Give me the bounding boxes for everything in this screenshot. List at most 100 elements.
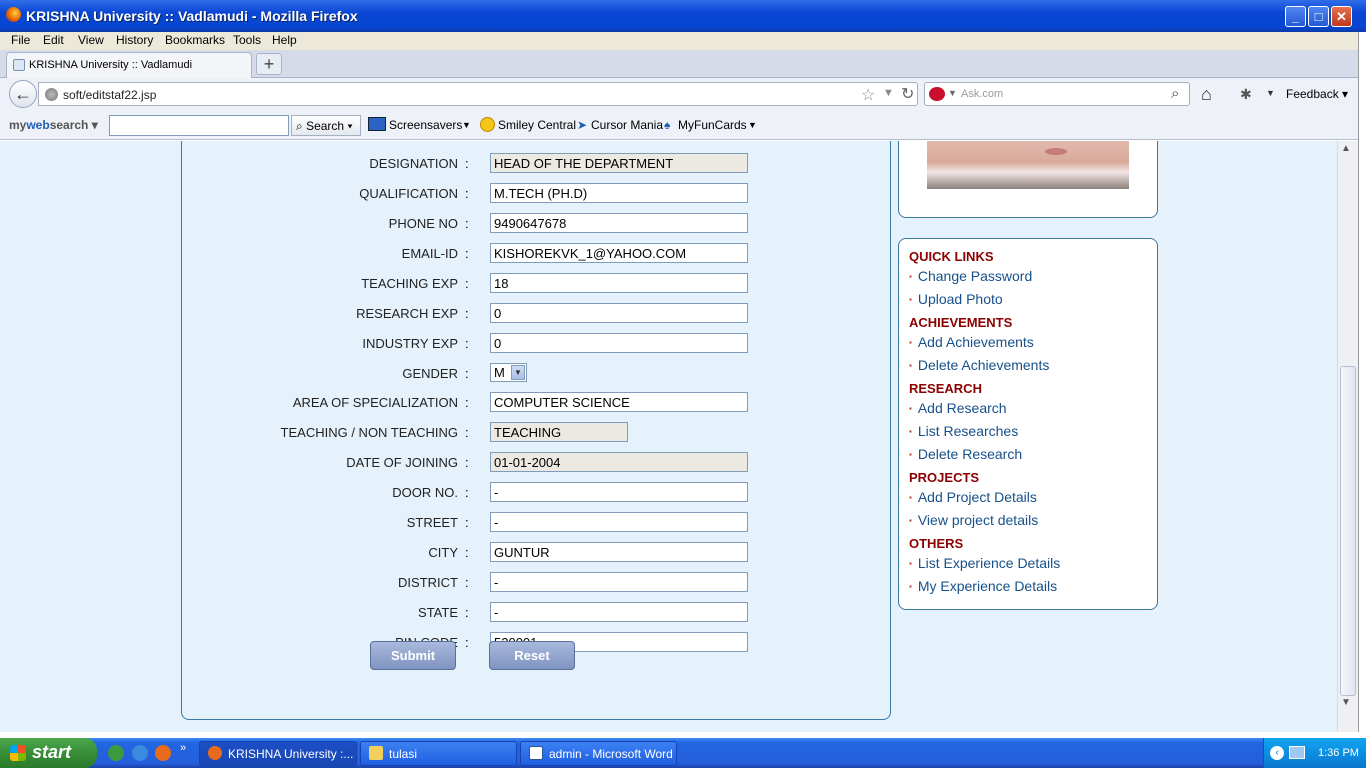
field-colon: : [465, 246, 469, 261]
scroll-down-icon[interactable]: ▼ [1341, 697, 1351, 708]
utorrent-icon[interactable] [108, 745, 124, 761]
sidebar-link[interactable]: ▪ Upload Photo [909, 291, 1003, 307]
field-input[interactable]: KISHOREKVK_1@YAHOO.COM [490, 243, 748, 263]
form-row: AREA OF SPECIALIZATION: COMPUTER SCIENCE [182, 392, 892, 412]
feedback-label: Feedback [1286, 87, 1339, 101]
staff-edit-form: DESIGNATION: HEAD OF THE DEPARTMENT QUALIF… [181, 141, 891, 720]
field-input[interactable]: - [490, 602, 748, 622]
toolbar-cursor-mania[interactable]: Cursor Mania [591, 118, 663, 132]
search-icon[interactable]: ⌕ [1171, 85, 1179, 102]
field-input[interactable]: 0 [490, 333, 748, 353]
sidebar-link[interactable]: ▪ Add Achievements [909, 334, 1034, 350]
reload-icon[interactable]: ↻ [901, 84, 914, 104]
new-tab-button[interactable]: + [256, 53, 282, 75]
minimize-button[interactable]: _ [1285, 6, 1306, 27]
form-row: QUALIFICATION: M.TECH (PH.D) [182, 183, 892, 203]
chevron-down-icon[interactable]: ▼ [511, 365, 525, 380]
field-label: CITY [428, 545, 458, 560]
sidebar-heading: ACHIEVEMENTS [909, 315, 1013, 330]
scroll-up-icon[interactable]: ▲ [1341, 143, 1351, 154]
gender-select[interactable]: M ▼ [490, 363, 527, 382]
field-input[interactable]: 01-01-2004 [490, 452, 748, 472]
tab-bar: KRISHNA University :: Vadlamudi + [0, 50, 1358, 78]
sidebar-link[interactable]: ▪ Add Research [909, 400, 1007, 416]
field-input[interactable]: TEACHING [490, 422, 628, 442]
url-bar[interactable]: soft/editstaf22.jsp ☆ ▼ ↻ [38, 82, 918, 106]
reset-button[interactable]: Reset [489, 641, 575, 670]
sidebar-link[interactable]: ▪ View project details [909, 512, 1038, 528]
field-input[interactable]: - [490, 572, 748, 592]
scrollbar-thumb[interactable] [1340, 366, 1356, 696]
sidebar-link-label: List Experience Details [917, 555, 1061, 571]
ask-search-box[interactable]: ▼ Ask.com ⌕ [924, 82, 1190, 106]
page-scrollbar[interactable]: ▲ ▼ [1337, 141, 1358, 732]
cursor-icon: ➤ [577, 118, 588, 132]
menu-view[interactable]: View [78, 33, 104, 47]
bullet-icon: ▪ [909, 338, 912, 347]
field-input[interactable]: 9490647678 [490, 213, 748, 233]
sidebar-link[interactable]: ▪ List Experience Details [909, 555, 1060, 571]
sidebar-link[interactable]: ▪ Add Project Details [909, 489, 1037, 505]
sidebar-link[interactable]: ▪ Change Password [909, 268, 1032, 284]
menu-bookmarks[interactable]: Bookmarks [165, 33, 225, 47]
field-input[interactable]: - [490, 482, 748, 502]
menu-edit[interactable]: Edit [43, 33, 64, 47]
home-icon[interactable]: ⌂ [1201, 84, 1212, 105]
addon-dropdown-icon[interactable]: ▼ [1266, 88, 1275, 98]
url-dropdown-icon[interactable]: ▼ [883, 87, 894, 99]
field-input[interactable]: COMPUTER SCIENCE [490, 392, 748, 412]
bookmark-star-icon[interactable]: ☆ [861, 85, 875, 105]
menu-help[interactable]: Help [272, 33, 297, 47]
toolbar-screensavers[interactable]: Screensavers [389, 118, 462, 132]
field-input[interactable]: GUNTUR [490, 542, 748, 562]
addon-icon[interactable]: ✱ [1240, 86, 1252, 103]
sidebar-link-label: View project details [917, 512, 1039, 528]
sidebar-link[interactable]: ▪ Delete Research [909, 446, 1022, 462]
bullet-icon: ▪ [909, 582, 912, 591]
quicklaunch-more-icon[interactable]: » [180, 742, 186, 754]
form-row: DOOR NO.: - [182, 482, 892, 502]
toolbar-smiley-central[interactable]: Smiley Central [498, 118, 576, 132]
sidebar-link-label: List Researches [917, 423, 1019, 439]
tray-expand-icon[interactable]: ‹ [1270, 746, 1284, 760]
mywebsearch-logo[interactable]: mywebsearch ▾ [9, 118, 98, 132]
field-input[interactable]: HEAD OF THE DEPARTMENT [490, 153, 748, 173]
field-colon: : [465, 336, 469, 351]
back-button[interactable]: ← [9, 80, 37, 108]
field-input[interactable]: - [490, 512, 748, 532]
sidebar-link[interactable]: ▪ Delete Achievements [909, 357, 1049, 373]
sidebar-link[interactable]: ▪ My Experience Details [909, 578, 1057, 594]
feedback-button[interactable]: Feedback ▾ [1286, 87, 1348, 101]
taskbar-firefox[interactable]: KRISHNA University :... [199, 741, 357, 766]
maximize-button[interactable]: □ [1308, 6, 1329, 27]
internet-explorer-icon[interactable] [132, 745, 148, 761]
bullet-icon: ▪ [909, 295, 912, 304]
tab-label: KRISHNA University :: Vadlamudi [29, 59, 193, 71]
sidebar-link[interactable]: ▪ List Researches [909, 423, 1018, 439]
close-button[interactable]: ✕ [1331, 6, 1352, 27]
taskbar-tulasi-folder[interactable]: tulasi [360, 741, 517, 766]
toolbar-search-input[interactable] [109, 115, 289, 136]
screensavers-dropdown-icon[interactable]: ▼ [462, 120, 471, 130]
submit-button[interactable]: Submit [370, 641, 456, 670]
menu-history[interactable]: History [116, 33, 153, 47]
sidebar-heading: PROJECTS [909, 470, 980, 485]
field-label: AREA OF SPECIALIZATION [292, 395, 458, 410]
windows-flag-icon [10, 745, 26, 761]
menu-tools[interactable]: Tools [233, 33, 261, 47]
field-input[interactable]: 18 [490, 273, 748, 293]
field-input[interactable]: M.TECH (PH.D) [490, 183, 748, 203]
network-icon[interactable] [1289, 746, 1305, 759]
myfuncards-dropdown-icon[interactable]: ▼ [748, 120, 757, 130]
menu-file[interactable]: File [11, 33, 30, 47]
form-row: TEACHING EXP: 18 [182, 273, 892, 293]
engine-dropdown-icon[interactable]: ▼ [948, 88, 957, 98]
field-colon: : [465, 605, 469, 620]
tab-krishna[interactable]: KRISHNA University :: Vadlamudi [6, 52, 252, 78]
toolbar-myfuncards[interactable]: MyFunCards [678, 118, 747, 132]
navigation-bar: soft/editstaf22.jsp ☆ ▼ ↻ ← ▼ Ask.com ⌕ … [0, 78, 1358, 111]
toolbar-search-button[interactable]: ⌕ Search ▾ [291, 115, 361, 136]
field-input[interactable]: 0 [490, 303, 748, 323]
taskbar-word[interactable]: admin - Microsoft Word [520, 741, 677, 766]
firefox-quicklaunch-icon[interactable] [155, 745, 171, 761]
